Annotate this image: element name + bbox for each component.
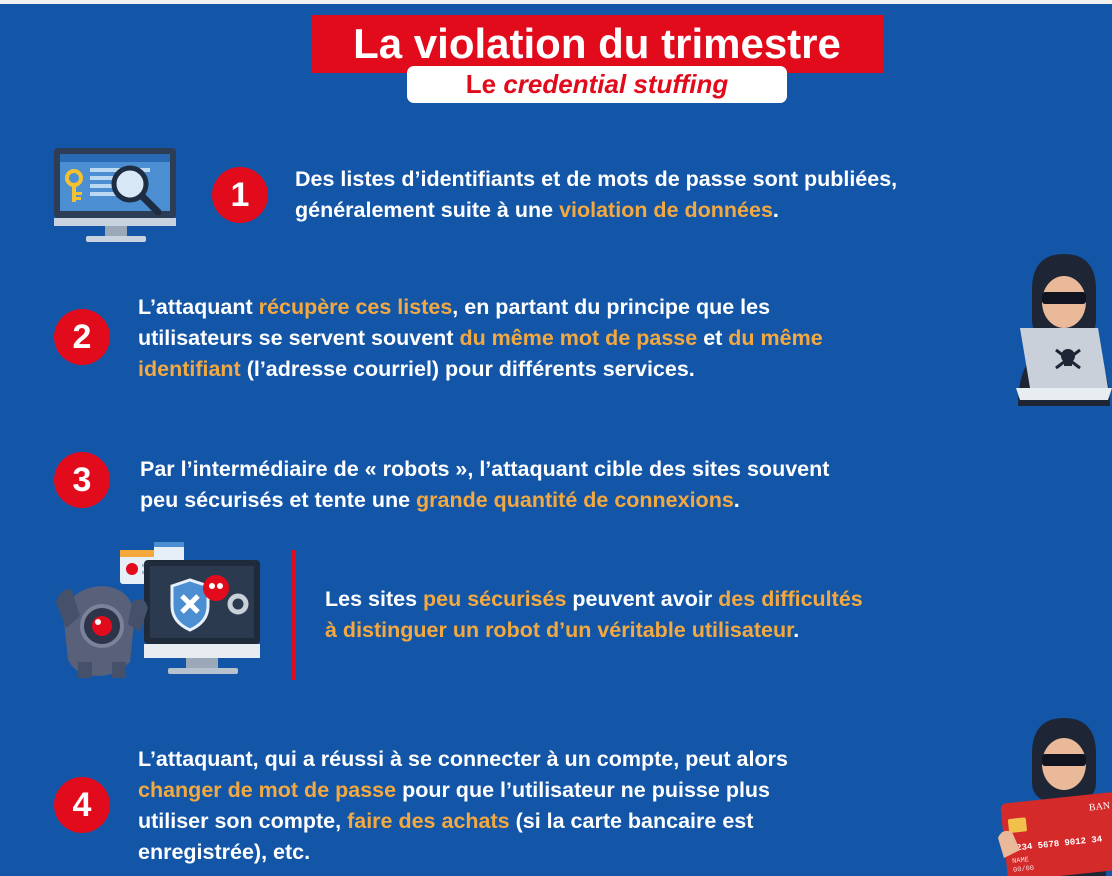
subtitle-prefix: Le	[465, 69, 504, 99]
step-4-line-3: utiliser son compte, faire des achats (s…	[138, 806, 788, 837]
step-4-line-3a: utiliser son compte,	[138, 809, 348, 833]
step-1-text: Des listes d’identifiants et de mots de …	[295, 164, 897, 226]
step-2-line-2a: utilisateurs se servent souvent	[138, 326, 460, 350]
step-4-line-2: changer de mot de passe pour que l’utili…	[138, 775, 788, 806]
step-3-line-1: Par l’intermédiaire de « robots », l’att…	[140, 457, 830, 481]
step-4-number: 4	[54, 777, 110, 833]
hacker-laptop-skull-icon	[1016, 254, 1112, 406]
step-4-line-4: enregistrée), etc.	[138, 840, 311, 864]
step-2-line-1: L’attaquant récupère ces listes, en part…	[138, 292, 823, 323]
step-2-line-3: identifiant (l’adresse courriel) pour di…	[138, 354, 823, 385]
step-4-line-1: L’attaquant, qui a réussi à se connecter…	[138, 747, 788, 771]
step-2-text: L’attaquant récupère ces listes, en part…	[138, 292, 823, 385]
step-4-highlight-2: faire des achats	[347, 809, 510, 833]
step-2-highlight-3: du même	[728, 326, 823, 350]
step-3-number: 3	[54, 452, 110, 508]
note-divider	[291, 550, 296, 680]
step-3-line-2a: peu sécurisés et tente une	[140, 488, 417, 512]
step-2-line-3b: (l’adresse courriel) pour différents ser…	[240, 357, 695, 381]
step-1-highlight: violation de données	[559, 198, 773, 222]
robot-shield-screen-icon	[56, 542, 260, 678]
note-highlight-2: des difficultés	[718, 587, 863, 611]
step-1-line-1: Des listes d’identifiants et de mots de …	[295, 167, 898, 191]
step-1-line-2: généralement suite à une violation de do…	[295, 195, 897, 226]
infographic-poster: La violation du trimestre Le credential …	[0, 4, 1112, 876]
subtitle-emphasis: credential stuffing	[503, 69, 729, 99]
step-3-line-2: peu sécurisés et tente une grande quanti…	[140, 485, 829, 516]
step-1-line-2a: généralement suite à une	[295, 198, 560, 222]
step-3-highlight: grande quantité de connexions	[416, 488, 734, 512]
note-text: Les sites peu sécurisés peuvent avoir de…	[325, 584, 863, 646]
step-4-line-3b: (si la carte bancaire est	[509, 809, 754, 833]
card-bank: BAN	[1088, 800, 1110, 813]
step-4-text: L’attaquant, qui a réussi à se connecter…	[138, 744, 788, 868]
note-line-2: à distinguer un robot d’un véritable uti…	[325, 615, 863, 646]
step-2-line-1a: L’attaquant	[138, 295, 259, 319]
step-2-highlight-1: récupère ces listes	[258, 295, 453, 319]
step-3-line-2b: .	[733, 488, 740, 512]
step-4-line-2b: pour que l’utilisateur ne puisse plus	[396, 778, 771, 802]
step-2-highlight-4: identifiant	[138, 357, 241, 381]
step-2-line-1b: , en partant du principe que les	[452, 295, 771, 319]
step-2-line-2: utilisateurs se servent souvent du même …	[138, 323, 823, 354]
step-1-line-2b: .	[772, 198, 779, 222]
step-2-highlight-2: du même mot de passe	[459, 326, 698, 350]
step-1-number: 1	[212, 167, 268, 223]
note-line-1a: Les sites	[325, 587, 423, 611]
page-subtitle: Le credential stuffing	[407, 66, 787, 103]
note-line-1b: peuvent avoir	[566, 587, 719, 611]
page-title: La violation du trimestre	[311, 15, 883, 73]
step-2-line-2b: et	[697, 326, 729, 350]
monitor-search-key-icon	[54, 148, 176, 242]
hacker-credit-card-icon: 1234 5678 9012 34 BAN NAME 00/00	[998, 718, 1112, 876]
step-2-number: 2	[54, 309, 110, 365]
note-highlight-3: à distinguer un robot d’un véritable uti…	[325, 618, 794, 642]
step-4-highlight-1: changer de mot de passe	[138, 778, 397, 802]
note-line-1: Les sites peu sécurisés peuvent avoir de…	[325, 584, 863, 615]
note-highlight-1: peu sécurisés	[423, 587, 567, 611]
step-3-text: Par l’intermédiaire de « robots », l’att…	[140, 454, 829, 516]
note-line-2b: .	[793, 618, 800, 642]
